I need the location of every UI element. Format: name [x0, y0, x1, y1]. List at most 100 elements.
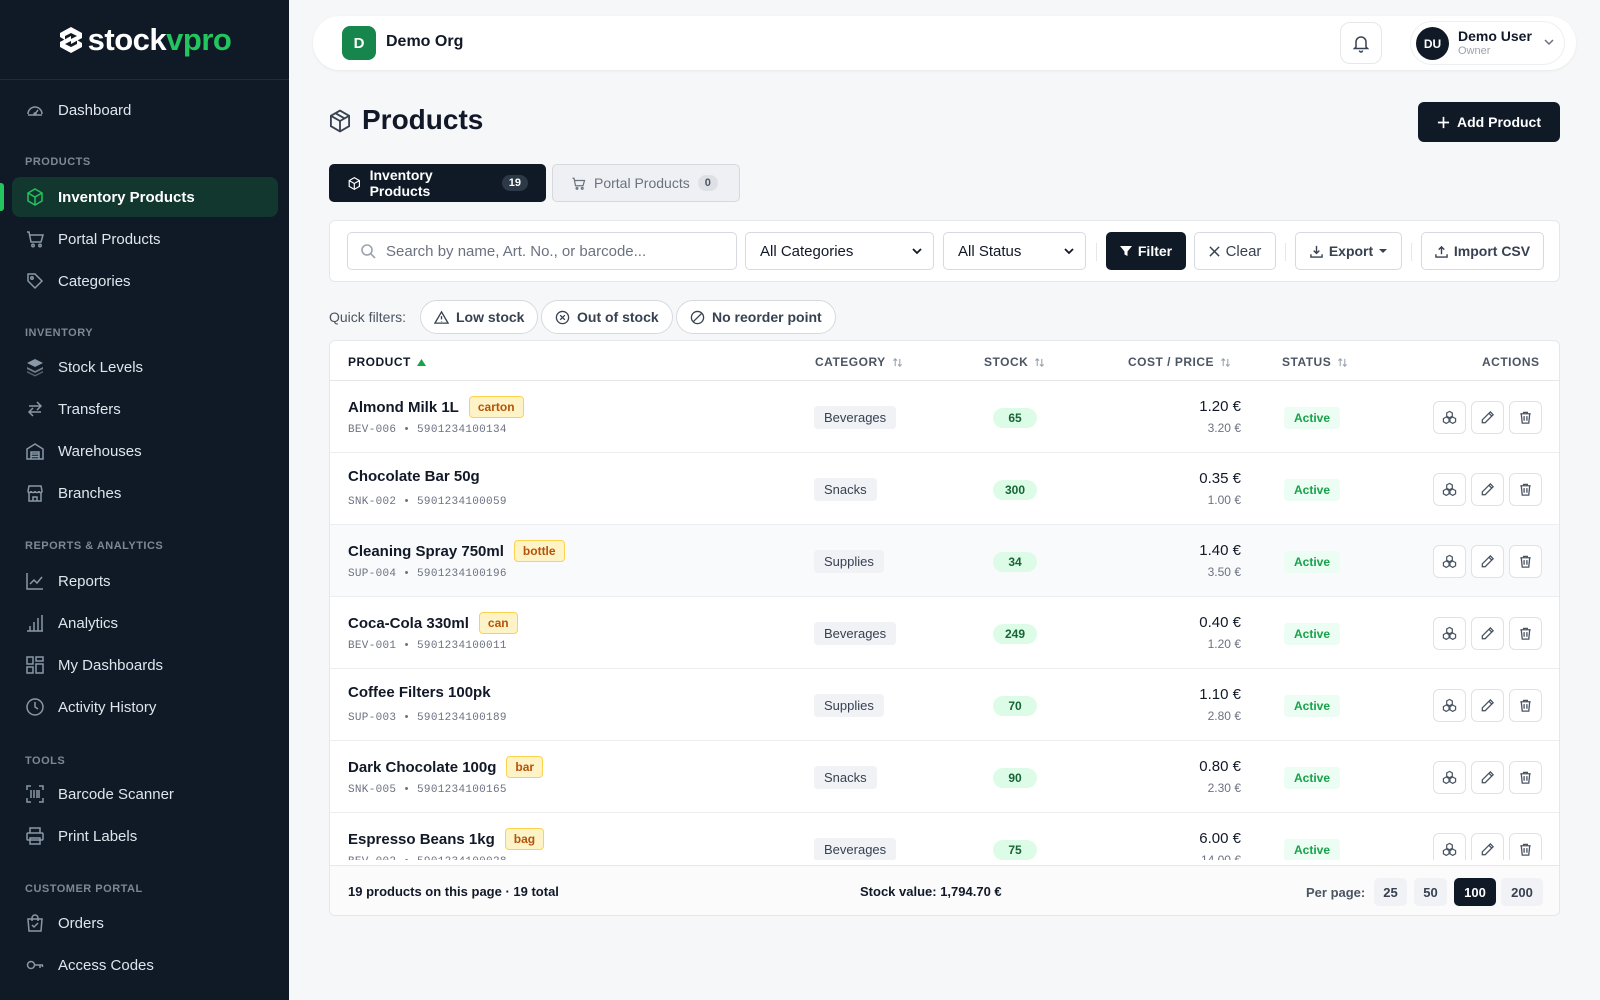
column-header-product[interactable]: PRODUCT	[348, 355, 426, 369]
unit-badge: bottle	[513, 540, 565, 562]
quick-filter-low-stock[interactable]: Low stock	[420, 300, 539, 334]
product-barcode: 5901234100196	[417, 568, 507, 580]
edit-button[interactable]	[1471, 689, 1504, 722]
edit-button[interactable]	[1471, 833, 1504, 860]
delete-button[interactable]	[1509, 689, 1542, 722]
delete-button[interactable]	[1509, 833, 1542, 860]
sidebar-item-label: Portal Products	[58, 230, 161, 248]
chevron-down-icon	[912, 248, 922, 255]
table-row[interactable]: Coffee Filters 100pk SUP-003 • 5901234100…	[330, 669, 1559, 741]
product-name[interactable]: Dark Chocolate 100g bar	[348, 756, 544, 778]
sort-asc-icon	[416, 358, 426, 366]
adjust-stock-button[interactable]	[1433, 617, 1466, 650]
delete-button[interactable]	[1509, 617, 1542, 650]
trash-icon	[1520, 627, 1531, 640]
sidebar-item-branches[interactable]: Branches	[12, 473, 278, 513]
sidebar-item-transfers[interactable]: Transfers	[12, 389, 278, 429]
product-name[interactable]: Espresso Beans 1kg bag	[348, 828, 545, 850]
table-row[interactable]: Espresso Beans 1kgbag BEV-002 • 590123410…	[330, 813, 1559, 860]
column-header-status[interactable]: STATUS	[1282, 355, 1348, 369]
sidebar-item-inventory-products[interactable]: Inventory Products	[12, 177, 278, 217]
edit-button[interactable]	[1471, 617, 1504, 650]
sidebar-item-categories[interactable]: Categories	[12, 261, 278, 301]
table-row[interactable]: Dark Chocolate 100g bar SNK-005 • 59012341…	[330, 741, 1559, 813]
sidebar-item-stock-levels[interactable]: Stock Levels	[12, 347, 278, 387]
category-select[interactable]: All Categories	[745, 232, 934, 270]
table-row[interactable]: Coca-Cola 330ml can BEV-001 • 590123410001…	[330, 597, 1559, 669]
sidebar-item-orders[interactable]: Orders	[12, 903, 278, 943]
search-input[interactable]	[386, 242, 726, 260]
sidebar-item-label: My Dashboards	[58, 656, 164, 674]
product-sku: BEV-002	[348, 856, 396, 860]
delete-button[interactable]	[1509, 545, 1542, 578]
filter-button[interactable]: Filter	[1106, 232, 1186, 270]
filter-button-label: Filter	[1137, 243, 1173, 259]
per-page-label: Per page:	[1306, 885, 1366, 900]
brand-logo[interactable]: stockvpro	[0, 0, 289, 80]
sidebar-item-dashboard[interactable]: Dashboard	[12, 90, 278, 130]
notifications-button[interactable]	[1340, 22, 1382, 64]
quick-filter-out-of-stock[interactable]: Out of stock	[541, 300, 673, 334]
quick-filter-no-reorder-point[interactable]: No reorder point	[676, 300, 836, 334]
per-page-option-200[interactable]: 200	[1501, 878, 1543, 906]
edit-button[interactable]	[1471, 401, 1504, 434]
status-select[interactable]: All Status	[943, 232, 1086, 270]
product-name[interactable]: Cleaning Spray 750ml bottle	[348, 540, 565, 562]
clear-button[interactable]: Clear	[1194, 232, 1276, 270]
pencil-icon	[1481, 842, 1495, 856]
sidebar-item-warehouses[interactable]: Warehouses	[12, 431, 278, 471]
edit-button[interactable]	[1471, 473, 1504, 506]
tab-portal-products[interactable]: Portal Products 0	[552, 164, 740, 202]
sidebar-item-label: Access Codes	[58, 956, 154, 974]
search-box[interactable]	[347, 232, 737, 270]
user-menu[interactable]: DU Demo User Owner	[1410, 21, 1565, 65]
delete-button[interactable]	[1509, 401, 1542, 434]
per-page-option-50[interactable]: 50	[1414, 878, 1447, 906]
column-header-stock[interactable]: STOCK	[984, 355, 1045, 369]
sidebar-item-my-dashboards[interactable]: My Dashboards	[12, 645, 278, 685]
adjust-stock-button[interactable]	[1433, 833, 1466, 860]
tab-inventory-products[interactable]: Inventory Products 19	[329, 164, 546, 202]
edit-button[interactable]	[1471, 761, 1504, 794]
product-sku: SNK-002	[348, 496, 397, 508]
org-avatar[interactable]: D	[342, 26, 376, 60]
org-name[interactable]: Demo Org	[386, 33, 463, 51]
price-value: 2.30 €	[1207, 781, 1241, 795]
barcode-icon	[26, 785, 44, 803]
adjust-stock-button[interactable]	[1433, 761, 1466, 794]
stock-badge: 300	[993, 480, 1037, 500]
per-page-option-25[interactable]: 25	[1374, 878, 1407, 906]
add-product-button[interactable]: Add Product	[1418, 102, 1560, 142]
delete-button[interactable]	[1509, 473, 1542, 506]
product-name[interactable]: Chocolate Bar 50g	[348, 468, 480, 485]
import-csv-button[interactable]: Import CSV	[1421, 232, 1544, 270]
export-button[interactable]: Export	[1295, 232, 1402, 270]
adjust-stock-button[interactable]	[1433, 545, 1466, 578]
sidebar-item-activity-history[interactable]: Activity History	[12, 687, 278, 727]
table-row[interactable]: Almond Milk 1L carton BEV-006 • 5901234100…	[330, 381, 1559, 453]
column-header-category[interactable]: CATEGORY	[815, 355, 903, 369]
sidebar-item-portal-products[interactable]: Portal Products	[12, 219, 278, 259]
box-icon	[329, 109, 351, 133]
column-header-cost-price[interactable]: COST / PRICE	[1128, 355, 1231, 369]
adjust-stock-button[interactable]	[1433, 473, 1466, 506]
product-name[interactable]: Coca-Cola 330ml can	[348, 612, 518, 634]
price-value: 1.20 €	[1207, 637, 1241, 651]
sidebar-item-print-labels[interactable]: Print Labels	[12, 816, 278, 856]
table-row[interactable]: Chocolate Bar 50g SNK-002 • 5901234100059…	[330, 453, 1559, 525]
delete-button[interactable]	[1509, 761, 1542, 794]
table-row[interactable]: Cleaning Spray 750ml bottle SUP-004 • 5901…	[330, 525, 1559, 597]
adjust-stock-button[interactable]	[1433, 401, 1466, 434]
sidebar-item-barcode-scanner[interactable]: Barcode Scanner	[12, 774, 278, 814]
adjust-stock-button[interactable]	[1433, 689, 1466, 722]
sidebar-item-label: Warehouses	[58, 442, 142, 460]
per-page-option-100[interactable]: 100	[1454, 878, 1496, 906]
product-name[interactable]: Almond Milk 1L carton	[348, 396, 524, 418]
product-name[interactable]: Coffee Filters 100pk	[348, 684, 491, 701]
product-barcode: 5901234100165	[417, 784, 507, 796]
chevron-down-icon	[1064, 248, 1074, 255]
edit-button[interactable]	[1471, 545, 1504, 578]
sidebar-item-access-codes[interactable]: Access Codes	[12, 945, 278, 985]
sidebar-item-analytics[interactable]: Analytics	[12, 603, 278, 643]
sidebar-item-reports[interactable]: Reports	[12, 561, 278, 601]
